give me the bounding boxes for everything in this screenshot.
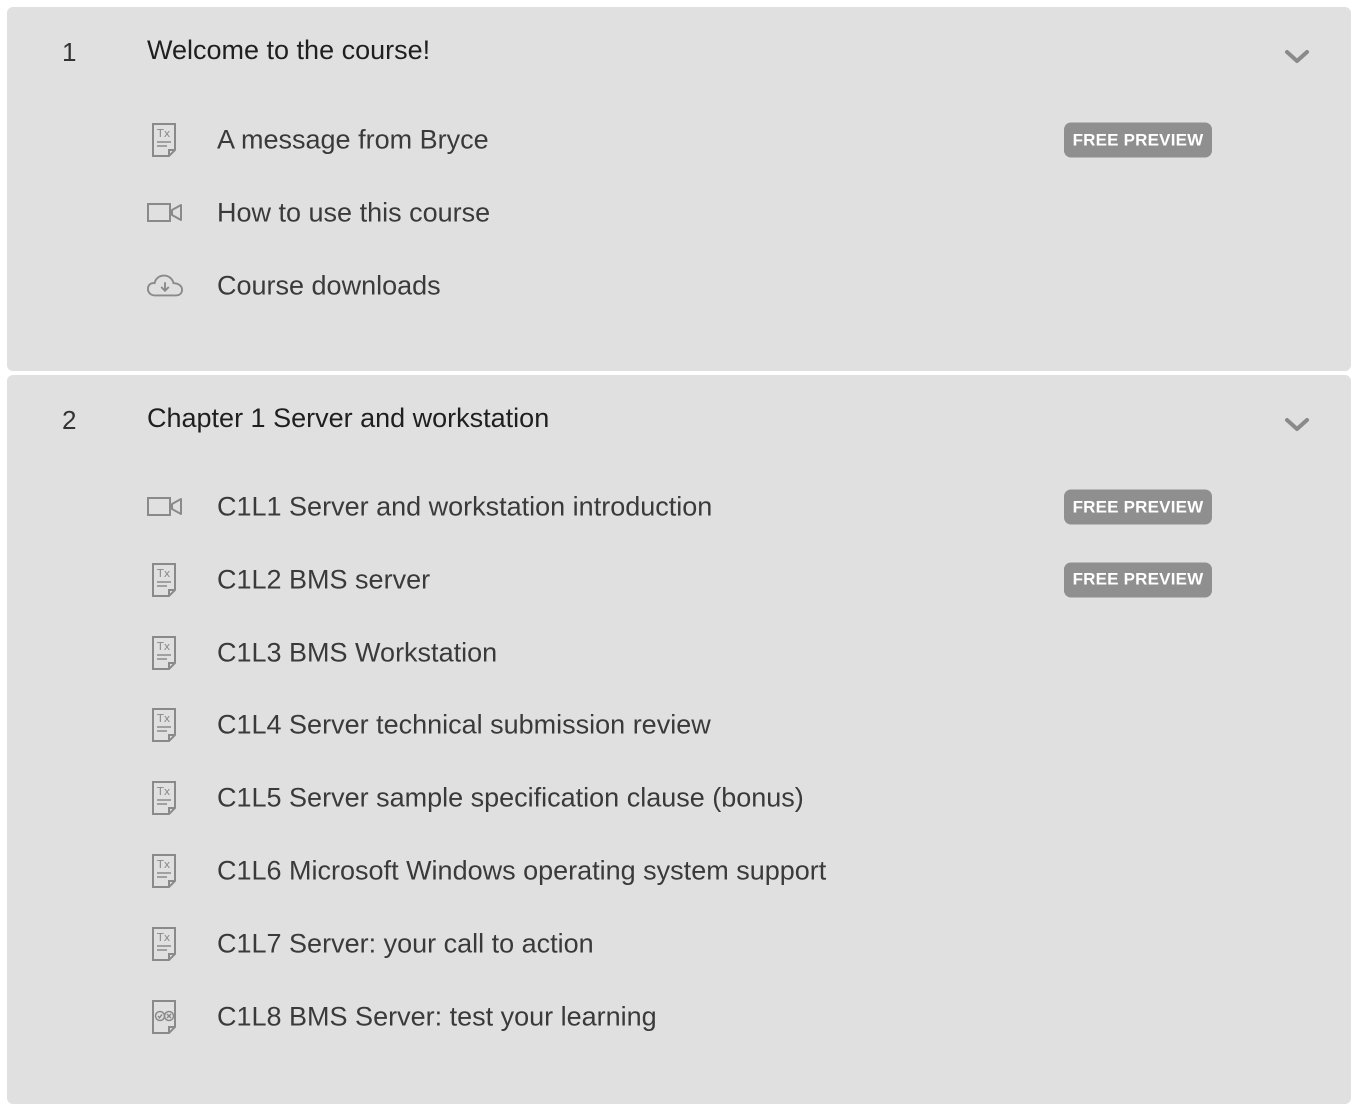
- video-icon: [147, 489, 183, 525]
- free-preview-button[interactable]: FREE PREVIEW: [1064, 122, 1212, 158]
- svg-text:Tx: Tx: [156, 712, 171, 725]
- lesson-title: Course downloads: [217, 270, 441, 301]
- svg-text:Tx: Tx: [156, 127, 171, 140]
- quiz-icon: [147, 999, 183, 1035]
- chapter-title[interactable]: Chapter 1 Server and workstation: [147, 403, 549, 434]
- lesson-title: C1L2 BMS server: [217, 564, 431, 595]
- chevron-down-icon[interactable]: [1283, 45, 1311, 67]
- svg-text:Tx: Tx: [156, 640, 171, 653]
- chapter-title[interactable]: Welcome to the course!: [147, 35, 430, 66]
- chapter-section-2: 2 Chapter 1 Server and workstation C1L1 …: [7, 375, 1351, 1104]
- svg-text:Tx: Tx: [156, 931, 171, 944]
- text-document-icon: Tx: [147, 780, 183, 816]
- lesson-item[interactable]: Tx C1L2 BMS server FREE PREVIEW: [147, 555, 1227, 605]
- lesson-item[interactable]: Tx C1L7 Server: your call to action: [147, 919, 1227, 969]
- lesson-item[interactable]: How to use this course: [147, 188, 1227, 238]
- svg-text:Tx: Tx: [156, 567, 171, 580]
- text-document-icon: Tx: [147, 853, 183, 889]
- text-document-icon: Tx: [147, 707, 183, 743]
- free-preview-button[interactable]: FREE PREVIEW: [1064, 489, 1212, 525]
- lesson-title: C1L4 Server technical submission review: [217, 709, 711, 740]
- text-document-icon: Tx: [147, 122, 183, 158]
- lesson-item[interactable]: Tx C1L6 Microsoft Windows operating syste…: [147, 846, 1227, 896]
- text-document-icon: Tx: [147, 562, 183, 598]
- text-document-icon: Tx: [147, 926, 183, 962]
- svg-text:Tx: Tx: [156, 858, 171, 871]
- lesson-title: C1L6 Microsoft Windows operating system …: [217, 855, 827, 886]
- lesson-item[interactable]: Course downloads: [147, 261, 1227, 311]
- lesson-title: C1L3 BMS Workstation: [217, 637, 498, 668]
- lesson-item[interactable]: Tx C1L3 BMS Workstation: [147, 628, 1227, 678]
- chapter-section-1: 1 Welcome to the course! Tx A message fro…: [7, 7, 1351, 371]
- free-preview-button[interactable]: FREE PREVIEW: [1064, 562, 1212, 598]
- lesson-item[interactable]: C1L1 Server and workstation introduction…: [147, 482, 1227, 532]
- chapter-number: 1: [62, 37, 77, 67]
- lesson-title: C1L1 Server and workstation introduction: [217, 491, 713, 522]
- lesson-title: C1L5 Server sample specification clause …: [217, 782, 804, 813]
- lesson-item[interactable]: C1L8 BMS Server: test your learning: [147, 992, 1227, 1042]
- video-icon: [147, 195, 183, 231]
- chapter-number: 2: [62, 405, 77, 435]
- lesson-item[interactable]: Tx C1L5 Server sample specification claus…: [147, 773, 1227, 823]
- cloud-download-icon: [147, 268, 183, 304]
- lesson-title: C1L7 Server: your call to action: [217, 928, 594, 959]
- lesson-title: A message from Bryce: [217, 124, 489, 155]
- lesson-title: How to use this course: [217, 197, 491, 228]
- lesson-item[interactable]: Tx C1L4 Server technical submission revie…: [147, 700, 1227, 750]
- chevron-down-icon[interactable]: [1283, 413, 1311, 435]
- lesson-item[interactable]: Tx A message from Bryce FREE PREVIEW: [147, 115, 1227, 165]
- text-document-icon: Tx: [147, 635, 183, 671]
- svg-text:Tx: Tx: [156, 785, 171, 798]
- lesson-title: C1L8 BMS Server: test your learning: [217, 1001, 657, 1032]
